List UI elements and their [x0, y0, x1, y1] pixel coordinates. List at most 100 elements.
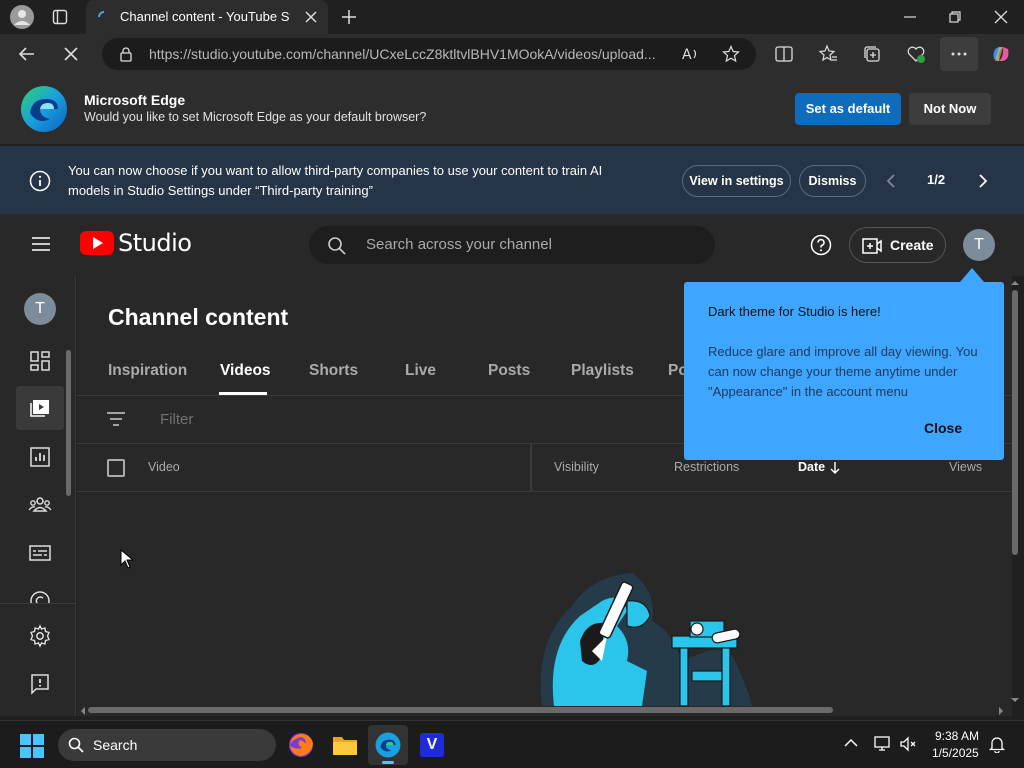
tab-inspiration[interactable]: Inspiration: [108, 362, 187, 380]
browser-essentials-icon[interactable]: [906, 44, 926, 64]
url-text: https://studio.youtube.com/channel/UCxeL…: [149, 46, 656, 62]
channel-avatar[interactable]: T: [24, 293, 56, 325]
mouse-cursor-icon: [120, 549, 134, 569]
close-window-icon[interactable]: [994, 10, 1008, 24]
scroll-down-icon[interactable]: [1010, 697, 1020, 703]
volume-muted-icon[interactable]: [899, 735, 917, 753]
back-icon[interactable]: [18, 45, 36, 63]
tab-live[interactable]: Live: [405, 362, 436, 380]
taskbar-search-label: Search: [93, 737, 138, 753]
column-visibility: Visibility: [554, 460, 599, 474]
taskbar-edge-active[interactable]: [368, 725, 408, 765]
subtitles-icon[interactable]: [28, 541, 52, 565]
dashboard-icon[interactable]: [28, 349, 52, 373]
browser-title-bar: Channel content - YouTube Studio: [0, 0, 1024, 34]
network-icon[interactable]: [873, 735, 891, 753]
dark-theme-popup: Dark theme for Studio is here! Reduce gl…: [684, 282, 1004, 460]
loading-icon: [96, 9, 112, 25]
browser-tab[interactable]: Channel content - YouTube Studio: [86, 0, 328, 34]
view-in-settings-button[interactable]: View in settings: [682, 165, 791, 197]
default-browser-bar: Microsoft Edge Would you like to set Mic…: [0, 74, 1024, 144]
show-hidden-icons-icon[interactable]: [844, 738, 858, 748]
youtube-logo-icon[interactable]: [80, 231, 114, 255]
tab-playlists[interactable]: Playlists: [571, 362, 634, 380]
account-avatar[interactable]: T: [963, 229, 995, 261]
vscode-app-icon[interactable]: V: [420, 733, 444, 757]
notice-pager: 1/2: [927, 172, 946, 187]
community-icon[interactable]: [28, 493, 52, 517]
taskbar-clock-date[interactable]: 1/5/2025: [932, 746, 979, 760]
popup-close-button[interactable]: Close: [924, 420, 962, 436]
windows-start-icon[interactable]: [20, 734, 44, 758]
profile-avatar[interactable]: [10, 5, 34, 29]
tab-shorts[interactable]: Shorts: [309, 362, 358, 380]
address-bar[interactable]: https://studio.youtube.com/channel/UCxeL…: [102, 38, 756, 70]
search-input[interactable]: Search across your channel: [366, 236, 552, 253]
content-nav-active[interactable]: [16, 386, 64, 430]
collections-icon[interactable]: [862, 44, 882, 64]
studio-logo-text: Studio: [118, 229, 192, 257]
main-vertical-scrollbar[interactable]: [1012, 290, 1018, 555]
svg-text:A: A: [682, 47, 692, 62]
taskbar-search-icon: [68, 737, 84, 753]
tab-title: Channel content - YouTube Studio: [120, 9, 290, 24]
split-screen-icon[interactable]: [774, 44, 794, 64]
popup-title: Dark theme for Studio is here!: [708, 304, 881, 319]
create-button[interactable]: Create: [849, 227, 946, 263]
column-views: Views: [949, 460, 983, 474]
notifications-bell-icon[interactable]: [988, 735, 1006, 753]
studio-header: Studio Search across your channel Create…: [0, 214, 1024, 276]
tab-posts[interactable]: Posts: [488, 362, 530, 380]
windows-taskbar: Search V 9:38 AM 1/5/2025: [0, 720, 1024, 768]
new-tab-icon[interactable]: [340, 8, 358, 26]
page-title: Channel content: [108, 304, 289, 330]
settings-gear-icon[interactable]: [28, 624, 52, 648]
send-feedback-icon[interactable]: [28, 672, 52, 696]
help-icon[interactable]: [810, 234, 832, 256]
copyright-icon[interactable]: [28, 589, 52, 603]
taskbar-search[interactable]: Search: [58, 729, 276, 761]
firefox-icon[interactable]: [288, 732, 314, 758]
close-tab-icon[interactable]: [304, 10, 318, 24]
next-icon[interactable]: [976, 173, 990, 189]
scroll-left-icon[interactable]: [80, 706, 86, 716]
taskbar-clock-time[interactable]: 9:38 AM: [935, 729, 979, 743]
taskbar-edge-icon: [375, 732, 401, 758]
sidebar-scrollbar[interactable]: [66, 350, 71, 496]
restore-icon[interactable]: [948, 10, 962, 24]
filter-icon[interactable]: [107, 412, 125, 426]
filter-input[interactable]: Filter: [160, 411, 193, 428]
read-aloud-icon[interactable]: A: [682, 46, 700, 62]
favorite-star-icon[interactable]: [722, 45, 740, 63]
set-as-default-button[interactable]: Set as default: [795, 93, 901, 125]
settings-more-button[interactable]: [940, 37, 978, 71]
search-icon: [327, 236, 347, 256]
column-video: Video: [148, 460, 180, 474]
tab-videos[interactable]: Videos: [220, 362, 271, 380]
file-explorer-icon[interactable]: [332, 733, 358, 757]
scroll-right-icon[interactable]: [998, 706, 1004, 716]
main-horizontal-scrollbar[interactable]: [88, 707, 833, 713]
default-bar-title: Microsoft Edge: [84, 92, 186, 108]
lock-icon[interactable]: [118, 46, 134, 62]
header-row-divider: [77, 491, 1012, 492]
minimize-icon[interactable]: [903, 10, 917, 24]
column-date[interactable]: Date: [798, 460, 825, 474]
channel-search[interactable]: Search across your channel: [309, 226, 715, 264]
info-icon: [29, 170, 51, 192]
tab-actions-icon[interactable]: [52, 9, 68, 25]
not-now-button[interactable]: Not Now: [909, 93, 991, 125]
notice-banner: You can now choose if you want to allow …: [0, 146, 1024, 214]
stop-loading-icon[interactable]: [62, 45, 80, 63]
copilot-icon[interactable]: [990, 43, 1012, 65]
column-resize-handle[interactable]: [530, 444, 532, 491]
studio-sidebar: T: [0, 276, 76, 716]
hamburger-menu-icon[interactable]: [31, 236, 51, 252]
previous-icon[interactable]: [884, 173, 898, 189]
dismiss-button[interactable]: Dismiss: [799, 165, 866, 197]
analytics-icon[interactable]: [28, 445, 52, 469]
select-all-checkbox[interactable]: [107, 459, 125, 477]
favorites-icon[interactable]: [818, 44, 838, 64]
scroll-up-icon[interactable]: [1010, 280, 1020, 286]
sort-down-icon[interactable]: [829, 461, 841, 475]
